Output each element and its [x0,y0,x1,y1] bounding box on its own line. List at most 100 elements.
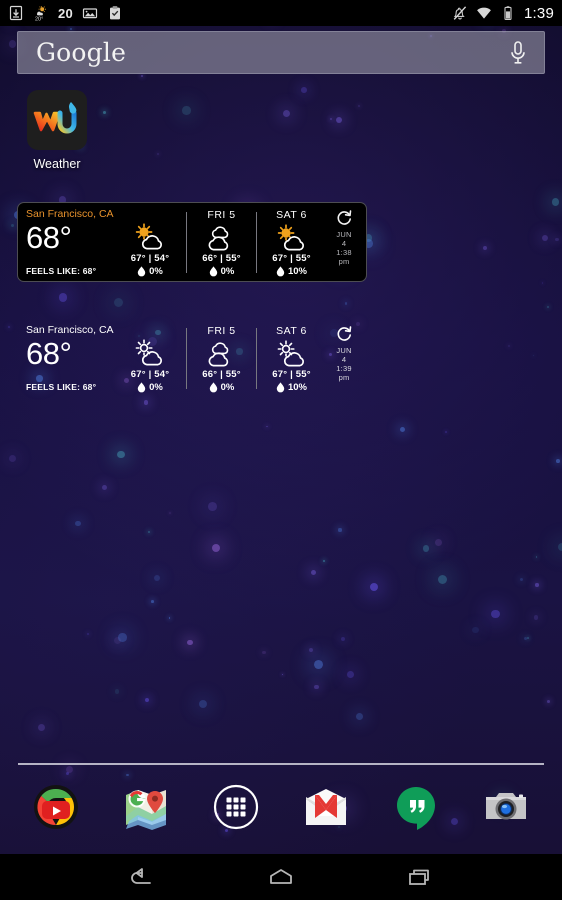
widget-day-label: SAT 6 [276,209,307,221]
status-bar-clock: 1:39 [524,4,554,22]
widget-current-temp: 68° [26,220,72,255]
widget-city-name: San Francisco, CA [26,324,114,336]
wallpaper-glow-dot [370,582,379,592]
camera-icon [486,793,526,820]
wallpaper-glow-dot [198,700,207,709]
widget-day-hilo: 66° | 55° [202,369,241,380]
wu-icon [33,102,77,134]
widget-feels-like-value: 68° [82,382,97,392]
wallpaper-glow-dot [483,246,488,251]
widget-meta: JUN 4 1:38 pm [326,208,362,277]
dock-item-gmail[interactable] [302,783,350,831]
wallpaper-glow-dot [117,450,125,459]
wallpaper-glow-dot [314,684,319,690]
wallpaper-glow-dot [113,637,121,644]
notification-count: 20 [58,5,74,21]
widget-day-precip: 10% [276,382,307,393]
dock-item-all-apps[interactable] [212,783,260,831]
wallpaper-glow-dot [265,425,268,428]
dock-item-camera[interactable] [482,783,530,831]
wu-logo-tile [27,90,87,150]
weather-widget-opaque[interactable]: San Francisco, CA 68° FEELS LIKE: 68° 67… [17,202,367,282]
wallpaper-glow-dot [103,110,107,114]
wallpaper-glow-dot [344,302,348,305]
widget-timestamp: JUN 4 1:39 pm [336,346,352,382]
wallpaper-glow-dot [472,626,479,633]
wallpaper-glow-dot [558,542,562,552]
weather-notification-icon: 20° [35,6,46,21]
dock-divider [18,763,544,765]
wallpaper-glow-dot [281,673,284,676]
dock-item-youtube[interactable] [32,783,80,831]
app-label-weather: Weather [33,157,81,171]
wallpaper-glow-dot [148,530,151,534]
wallpaper-glow-dot [555,237,559,242]
wallpaper-glow-dot [555,459,560,463]
widget-today-hilo: 67° | 54° [130,253,170,264]
wallpaper-glow-dot [507,345,510,348]
status-bar-left-icons: 20° 20 [8,5,123,21]
google-search-bar[interactable]: Google [17,31,545,74]
raindrop-icon [137,266,146,277]
recents-button[interactable] [403,862,439,892]
google-logo-text: Google [36,38,127,67]
wallpaper-glow-dot [102,485,108,491]
wallpaper-glow-dot [535,556,538,559]
widget-forecast-fri: FRI 5 66° | 55° 0% [187,208,256,277]
widget-day-label: FRI 5 [207,209,236,221]
wifi-icon [477,7,491,19]
wallpaper-glow-dot [118,633,127,642]
widget-today-precip: 0% [137,266,163,277]
wallpaper-glow-dot [552,198,560,206]
svg-text:20°: 20° [35,16,43,21]
wallpaper-glow-dot [301,87,307,93]
home-button[interactable] [263,862,299,892]
cloudy-icon [202,223,242,252]
dock-item-maps[interactable] [122,783,170,831]
widget-day-hilo: 67° | 55° [272,369,311,380]
wallpaper-glow-dot [519,578,523,582]
refresh-icon[interactable] [336,326,353,343]
raindrop-icon [276,266,285,277]
wallpaper-glow-dot [330,117,333,120]
raindrop-icon [209,266,217,277]
widget-feels-like: FEELS LIKE: 68° [26,266,96,276]
back-button[interactable] [123,862,159,892]
recents-icon [409,869,429,885]
wallpaper-glow-dot [340,636,345,642]
wallpaper-glow-dot [542,235,549,242]
gmail-icon [306,789,346,825]
status-bar[interactable]: 20° 20 1:39 [0,0,562,26]
dock [0,778,562,836]
wallpaper-glow-dot [357,104,360,107]
widget-forecast-fri: FRI 5 66° | 55° 0% [187,324,256,393]
wallpaper-glow-dot [66,771,70,776]
battery-icon [504,6,512,20]
refresh-icon[interactable] [336,210,353,227]
wallpaper-glow-dot [491,609,501,619]
microphone-icon[interactable] [507,39,529,67]
weather-widget-transparent[interactable]: San Francisco, CA 68° FEELS LIKE: 68° 67… [17,318,367,398]
widget-today-hilo: 67° | 54° [130,369,170,380]
wallpaper-glow-dot [310,569,317,576]
wallpaper-glow-dot [143,400,149,405]
wallpaper-glow-dot [8,40,17,48]
wallpaper-glow-dot [422,545,430,553]
partly-cloudy-icon [273,223,311,252]
hangouts-icon [397,787,435,830]
wallpaper-glow-dot [400,426,406,433]
wallpaper-glow-dot [523,636,528,641]
widget-current-temp: 68° [26,336,72,371]
navigation-bar[interactable] [0,854,562,900]
wallpaper-glow-dot [126,773,129,777]
app-icon-weather-underground[interactable]: Weather [21,90,93,171]
maps-icon [126,790,166,830]
status-bar-right-icons: 1:39 [452,5,554,22]
dock-item-hangouts[interactable] [392,783,440,831]
download-icon [9,5,23,21]
widget-feels-like-label: FEELS LIKE: [26,382,81,392]
widget-forecast-sat: SAT 6 67° | 55° 10% [257,208,326,277]
wallpaper-glow-dot [140,74,143,77]
raindrop-icon [137,382,146,393]
partly-cloudy-icon [131,222,169,252]
